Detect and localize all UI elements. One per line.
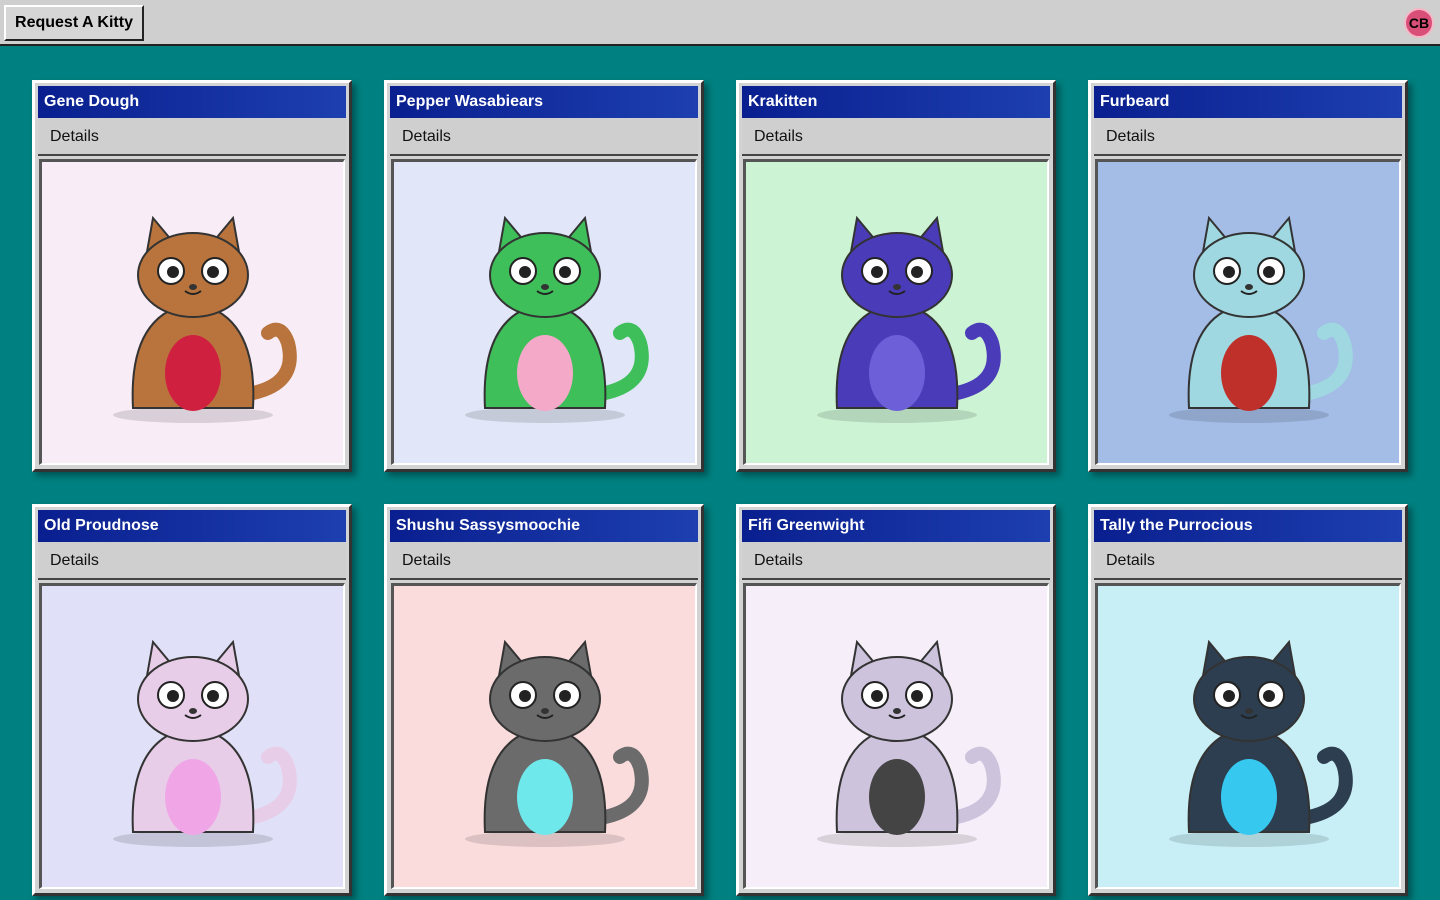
cat-illustration — [464, 639, 649, 847]
user-avatar[interactable]: CB — [1404, 8, 1434, 38]
kitty-card-title: Fifi Greenwight — [742, 510, 1050, 542]
kitty-image[interactable] — [391, 159, 697, 465]
kitty-image[interactable] — [39, 583, 345, 889]
kitty-card: Pepper Wasabiears Details — [384, 80, 704, 472]
kitty-details-button[interactable]: Details — [390, 542, 698, 580]
kitty-card: Gene Dough Details — [32, 80, 352, 472]
kitty-card: Old Proudnose Details — [32, 504, 352, 896]
kitty-image[interactable] — [39, 159, 345, 465]
kitty-card: Furbeard Details — [1088, 80, 1408, 472]
cat-illustration — [1168, 639, 1353, 847]
kitty-image[interactable] — [1095, 583, 1401, 889]
kitty-details-button[interactable]: Details — [1094, 118, 1402, 156]
cat-illustration — [112, 639, 297, 847]
kitty-card-title: Pepper Wasabiears — [390, 86, 698, 118]
kitty-card: Krakitten Details — [736, 80, 1056, 472]
kitty-card-title: Krakitten — [742, 86, 1050, 118]
kitty-card: Tally the Purrocious Details — [1088, 504, 1408, 896]
kitty-details-button[interactable]: Details — [38, 118, 346, 156]
cat-illustration — [816, 639, 1001, 847]
kitty-details-button[interactable]: Details — [742, 118, 1050, 156]
kitty-card-title: Furbeard — [1094, 86, 1402, 118]
kitty-details-button[interactable]: Details — [742, 542, 1050, 580]
kitty-card: Shushu Sassysmoochie Details — [384, 504, 704, 896]
kitty-card-title: Tally the Purrocious — [1094, 510, 1402, 542]
kitty-image[interactable] — [743, 583, 1049, 889]
kitty-image[interactable] — [1095, 159, 1401, 465]
kitty-details-button[interactable]: Details — [390, 118, 698, 156]
kitty-image[interactable] — [391, 583, 697, 889]
kitty-details-button[interactable]: Details — [38, 542, 346, 580]
kitty-card-title: Old Proudnose — [38, 510, 346, 542]
kitty-card: Fifi Greenwight Details — [736, 504, 1056, 896]
top-toolbar: Request A Kitty CB — [0, 0, 1440, 46]
cat-illustration — [816, 215, 1001, 423]
cat-illustration — [464, 215, 649, 423]
kitty-card-title: Gene Dough — [38, 86, 346, 118]
kitty-card-title: Shushu Sassysmoochie — [390, 510, 698, 542]
cat-illustration — [1168, 215, 1353, 423]
request-kitty-button[interactable]: Request A Kitty — [4, 5, 144, 41]
kitty-details-button[interactable]: Details — [1094, 542, 1402, 580]
kitty-image[interactable] — [743, 159, 1049, 465]
cat-illustration — [112, 215, 297, 423]
